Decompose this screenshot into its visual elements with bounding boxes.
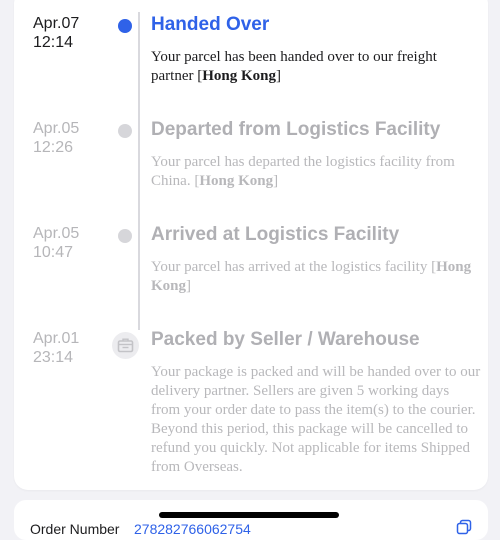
event-description: Your package is packed and will be hande… bbox=[151, 364, 481, 475]
event-date: Apr.05 bbox=[33, 225, 80, 242]
order-number-label: Order Number bbox=[30, 521, 120, 537]
event-title: Departed from Logistics Facility bbox=[151, 119, 441, 140]
event-time: 12:14 bbox=[33, 34, 74, 51]
dot-icon bbox=[118, 124, 132, 138]
event-date: Apr.07 bbox=[33, 15, 80, 32]
event-description: Your parcel has arrived at the logistics… bbox=[151, 259, 472, 294]
event-time: 23:14 bbox=[33, 349, 74, 366]
package-icon bbox=[112, 332, 139, 359]
dot-icon bbox=[118, 229, 132, 243]
home-indicator[interactable] bbox=[159, 512, 339, 518]
timeline-line bbox=[138, 12, 140, 330]
event-description: Your parcel has departed the logistics f… bbox=[151, 154, 455, 189]
event-time: 12:26 bbox=[33, 139, 74, 156]
package-icon bbox=[117, 338, 134, 353]
event-description: Your parcel has been handed over to our … bbox=[151, 49, 437, 84]
event-location: Hong Kong bbox=[199, 173, 274, 189]
event-title: Arrived at Logistics Facility bbox=[151, 224, 400, 245]
event-time: 10:47 bbox=[33, 244, 74, 261]
event-title: Handed Over bbox=[151, 14, 270, 35]
event-date: Apr.05 bbox=[33, 120, 80, 137]
dot-icon bbox=[118, 19, 132, 33]
order-number-link[interactable]: 278282766062754 bbox=[134, 521, 251, 537]
event-date: Apr.01 bbox=[33, 330, 80, 347]
copy-icon[interactable] bbox=[456, 519, 472, 535]
event-location: Hong Kong bbox=[202, 68, 276, 84]
event-title: Packed by Seller / Warehouse bbox=[151, 329, 420, 350]
